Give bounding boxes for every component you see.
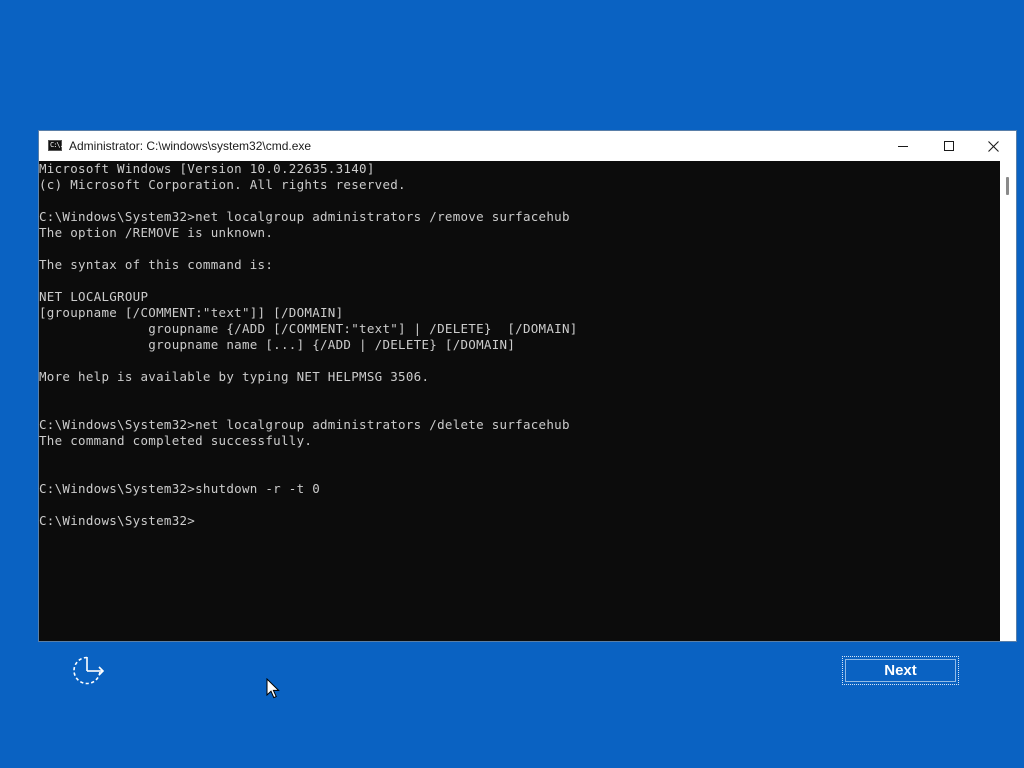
console-line: groupname name [...] {/ADD | /DELETE} [/…: [39, 337, 516, 352]
console-line: C:\Windows\System32>shutdown -r -t 0: [39, 481, 321, 496]
minimize-icon: [898, 146, 908, 147]
console-line: C:\Windows\System32>net localgroup admin…: [39, 209, 570, 224]
cmd-app-icon: C:\.: [48, 140, 64, 151]
close-icon: [988, 141, 999, 152]
console-line: The syntax of this command is:: [39, 257, 274, 272]
ease-of-access-icon: [73, 656, 105, 685]
next-button[interactable]: Next: [842, 656, 959, 685]
vertical-scrollbar[interactable]: [1000, 161, 1016, 641]
window-title: Administrator: C:\windows\system32\cmd.e…: [69, 139, 312, 153]
console-line: C:\Windows\System32>net localgroup admin…: [39, 417, 570, 432]
minimize-button[interactable]: [880, 131, 926, 161]
next-button-label: Next: [884, 662, 917, 679]
maximize-icon: [944, 141, 954, 151]
mouse-cursor-icon: [266, 678, 280, 699]
console-line: Microsoft Windows [Version 10.0.22635.31…: [39, 161, 375, 176]
cmd-app-icon-text: C:\.: [50, 141, 64, 149]
console-line: groupname {/ADD [/COMMENT:"text"] | /DEL…: [39, 321, 578, 336]
console-line: The option /REMOVE is unknown.: [39, 225, 274, 240]
console-line: NET LOCALGROUP: [39, 289, 149, 304]
window-titlebar[interactable]: C:\. Administrator: C:\windows\system32\…: [39, 131, 1016, 161]
accessibility-button[interactable]: [68, 654, 108, 688]
console-line: The command completed successfully.: [39, 433, 313, 448]
console-line: [groupname [/COMMENT:"text"]] [/DOMAIN]: [39, 305, 344, 320]
console-line: C:\Windows\System32>: [39, 513, 196, 528]
scrollbar-thumb[interactable]: [1006, 177, 1009, 195]
console-line: (c) Microsoft Corporation. All rights re…: [39, 177, 406, 192]
cmd-window[interactable]: C:\. Administrator: C:\windows\system32\…: [39, 131, 1016, 641]
close-button[interactable]: [970, 131, 1016, 161]
maximize-button[interactable]: [926, 131, 972, 161]
console-line: More help is available by typing NET HEL…: [39, 369, 430, 384]
console-output[interactable]: Microsoft Windows [Version 10.0.22635.31…: [39, 161, 1000, 641]
